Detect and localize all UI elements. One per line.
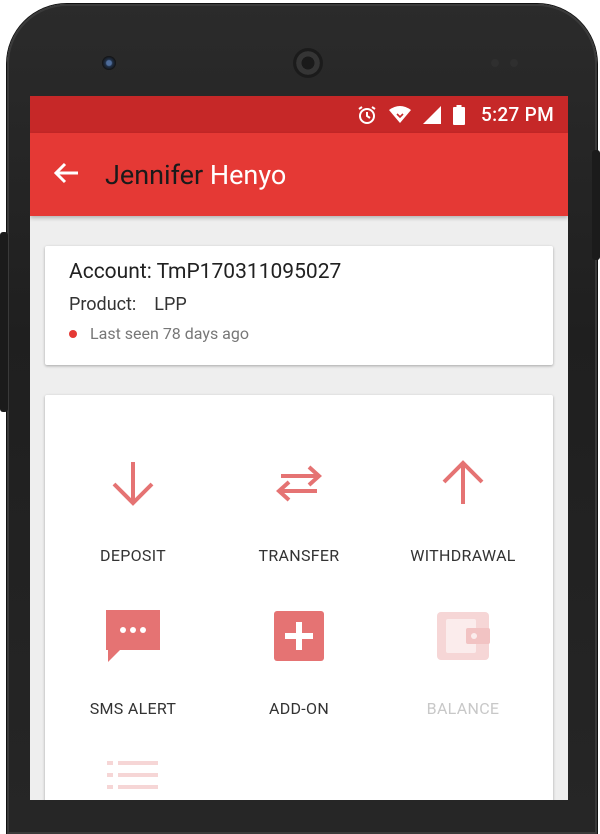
transfer-label: TRANSFER — [258, 546, 340, 565]
deposit-label: DEPOSIT — [100, 546, 166, 565]
back-button[interactable] — [30, 133, 102, 216]
title-last-name: Henyo — [209, 158, 287, 191]
status-time: 5:27 PM — [481, 103, 554, 126]
list-button[interactable] — [53, 755, 213, 795]
product-line: Product: LPP — [69, 294, 187, 315]
last-seen-line: Last seen 78 days ago — [69, 324, 249, 343]
front-camera — [102, 56, 116, 70]
transfer-button[interactable]: TRANSFER — [219, 448, 379, 565]
add-on-label: ADD-ON — [268, 699, 330, 718]
light-sensor — [510, 59, 518, 67]
wallet-icon — [383, 601, 543, 671]
withdrawal-label: WITHDRAWAL — [410, 546, 516, 565]
earpiece-speaker — [293, 48, 323, 78]
product-label: Product: — [69, 294, 137, 315]
title-first-name: Jennifer — [105, 158, 204, 191]
status-dot — [69, 329, 77, 338]
volume-button[interactable] — [0, 232, 8, 412]
wifi-icon — [389, 105, 412, 124]
alarm-icon — [357, 105, 377, 125]
signal-icon — [423, 105, 442, 124]
sms-bubble-icon — [53, 601, 213, 671]
battery-icon — [453, 104, 466, 125]
screen: 5:27 PM Jennifer Henyo Account: TmP17031… — [30, 96, 568, 800]
status-bar: 5:27 PM — [30, 96, 568, 133]
sms-alert-button[interactable]: SMS ALERT — [53, 601, 213, 718]
arrow-down-icon — [53, 448, 213, 518]
account-card: Account: TmP170311095027 Product: LPP Las… — [45, 246, 553, 365]
account-line: Account: TmP170311095027 — [69, 260, 341, 284]
deposit-button[interactable]: DEPOSIT — [53, 448, 213, 565]
app-bar: Jennifer Henyo — [30, 133, 568, 216]
sms-alert-label: SMS ALERT — [89, 699, 177, 718]
arrow-up-icon — [383, 448, 543, 518]
add-on-button[interactable]: ADD-ON — [219, 601, 379, 718]
list-icon — [53, 755, 213, 795]
last-seen-text: Last seen 78 days ago — [90, 324, 249, 343]
product-value: LPP — [154, 294, 187, 315]
plus-box-icon — [219, 601, 379, 671]
account-number: TmP170311095027 — [156, 260, 342, 284]
withdrawal-button[interactable]: WITHDRAWAL — [383, 448, 543, 565]
page-title: Jennifer Henyo — [105, 159, 286, 191]
balance-button[interactable]: BALANCE — [383, 601, 543, 718]
balance-label: BALANCE — [426, 699, 500, 718]
account-label: Account: — [69, 260, 152, 284]
actions-card: DEPOSIT TRANSFER WITHDRAWAL SMS ALERT AD… — [45, 395, 553, 800]
power-button[interactable] — [592, 150, 600, 260]
back-arrow-icon — [52, 159, 80, 191]
transfer-arrows-icon — [219, 448, 379, 518]
proximity-sensor — [491, 59, 499, 67]
